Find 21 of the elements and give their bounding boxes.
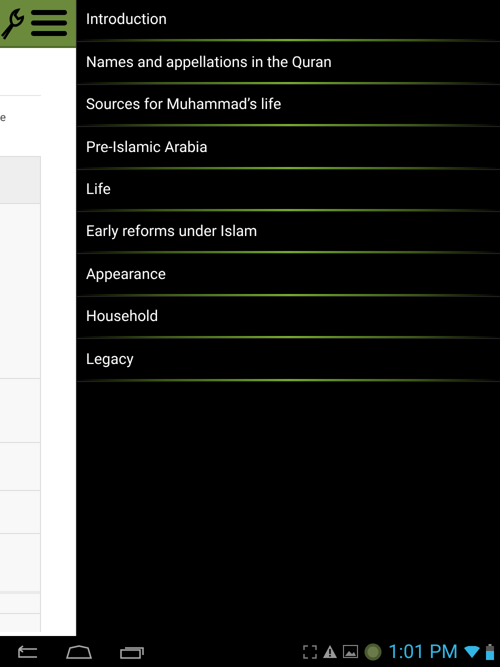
drawer-item[interactable]: Appearance [77,254,500,294]
clock: 1:01 PM [388,642,458,661]
drawer-item[interactable]: Household [77,296,500,336]
wrench-icon[interactable] [0,6,24,40]
app-badge-icon [364,642,382,660]
drawer-item[interactable]: Life [77,170,500,209]
drawer-item[interactable]: Pre-Islamic Arabia [77,127,500,167]
menu-icon[interactable] [31,10,67,36]
battery-icon [486,644,494,660]
drawer-item[interactable]: Legacy [77,339,500,379]
fullscreen-icon [303,644,318,658]
home-icon[interactable] [66,644,92,658]
drawer-item[interactable]: Names and appellations in the Quran [77,42,500,82]
wifi-icon [464,646,480,658]
image-icon [343,645,358,658]
recent-apps-icon[interactable] [120,644,144,658]
warning-icon [323,645,338,658]
drawer-item[interactable]: Sources for Muhammad’s life [77,84,500,124]
body-text: e [0,112,6,123]
drawer-item[interactable]: Introduction [77,0,500,40]
drawer-item[interactable]: Early reforms under Islam [77,212,500,252]
